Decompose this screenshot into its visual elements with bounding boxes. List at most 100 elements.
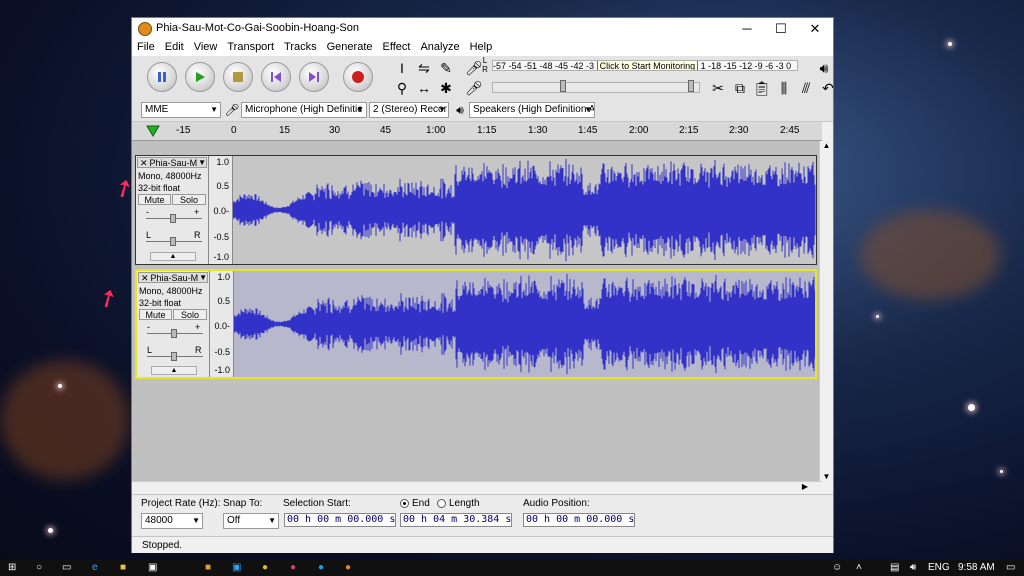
track-name-menu[interactable]: ✕ Phia-Sau-M ▼ [137, 157, 207, 168]
copy-icon[interactable]: ⧉ [730, 78, 750, 98]
track-format: Mono, 48000Hz [139, 286, 203, 296]
collapse-track-button[interactable]: ▲ [150, 252, 196, 261]
audio-host-select[interactable]: MME ▼ [141, 102, 221, 118]
playback-device-select[interactable]: Speakers (High Definition A ▼ [469, 102, 595, 118]
minimize-button[interactable]: ─ [730, 18, 764, 40]
selection-end-field[interactable]: 00 h 04 m 30.384 s [400, 513, 512, 527]
menu-file[interactable]: File [132, 40, 160, 53]
audacity-icon [138, 22, 152, 36]
maximize-button[interactable]: ☐ [764, 18, 798, 40]
scroll-down-icon[interactable]: ▼ [820, 472, 833, 481]
menu-generate[interactable]: Generate [322, 40, 378, 53]
audacity-taskbar-icon[interactable]: ● [345, 562, 351, 574]
silence-icon[interactable]: ⫻ [796, 78, 816, 98]
waveform[interactable] [234, 271, 815, 377]
windows-start-icon[interactable]: ⊞ [8, 562, 16, 574]
playback-meter[interactable] [492, 82, 700, 93]
network-icon[interactable]: ▤ [890, 562, 899, 574]
tracks-area[interactable]: ✕ Phia-Sau-M ▼ Mono, 48000Hz 32-bit float … [132, 141, 822, 481]
selection-tool-icon[interactable]: I [392, 58, 412, 78]
chrome-icon[interactable]: ● [262, 562, 268, 574]
clock[interactable]: 9:58 AM [958, 562, 995, 574]
monitor-tooltip[interactable]: Click to Start Monitoring [596, 61, 699, 70]
multi-tool-icon[interactable]: ✱ [436, 78, 456, 98]
zoom-tool-icon[interactable]: ⚲ [392, 78, 412, 98]
chevron-down-icon: ▼ [192, 516, 200, 525]
menu-analyze[interactable]: Analyze [415, 40, 464, 53]
end-radio[interactable] [400, 499, 409, 508]
track-name-menu[interactable]: ✕ Phia-Sau-M ▼ [138, 272, 208, 283]
store-icon[interactable]: ▣ [148, 562, 157, 574]
track-close-icon[interactable]: ✕ [139, 273, 151, 283]
people-icon[interactable]: ☺ [832, 562, 842, 574]
pan-left-label: L [147, 345, 153, 355]
collapse-track-button[interactable]: ▲ [151, 366, 197, 375]
menu-tracks[interactable]: Tracks [279, 40, 322, 53]
menu-transport[interactable]: Transport [222, 40, 279, 53]
language-indicator[interactable]: ENG [928, 562, 950, 574]
skype-icon[interactable]: ● [318, 562, 324, 574]
recording-device-select[interactable]: Microphone (High Definitic ▼ [241, 102, 367, 118]
audio-position-field[interactable]: 00 h 00 m 00.000 s [523, 513, 635, 527]
track-close-icon[interactable]: ✕ [138, 158, 150, 168]
app-icon[interactable]: ■ [205, 562, 211, 574]
taskbar: ⊞ ○ ▭ e ■ ▣ ■ ▣ ● ● ● ● ☺ ˄ ▤ 🔊︎ ENG 9:5… [0, 560, 1024, 576]
selection-start-field[interactable]: 00 h 00 m 00.000 s [284, 513, 396, 527]
channels-select[interactable]: 2 (Stereo) Recor ▼ [369, 102, 449, 118]
notification-icon[interactable]: ▭ [1006, 562, 1015, 574]
solo-button[interactable]: Solo [172, 194, 206, 205]
record-icon [352, 71, 364, 83]
volume-icon[interactable]: 🔊︎ [910, 562, 916, 574]
length-radio[interactable] [437, 499, 446, 508]
task-view-icon[interactable]: ▭ [62, 562, 71, 574]
ruler-tick: 2:30 [729, 125, 749, 136]
cut-icon[interactable]: ✂ [708, 78, 728, 98]
paste-icon[interactable]: 📋︎ [752, 78, 772, 98]
photoshop-icon[interactable]: ▣ [232, 562, 241, 574]
search-icon[interactable]: ○ [36, 562, 42, 574]
stop-button[interactable] [223, 62, 253, 92]
snap-to-label: Snap To: [223, 498, 263, 509]
menu-view[interactable]: View [189, 40, 223, 53]
horizontal-scrollbar[interactable]: ▶ [132, 481, 822, 495]
project-rate-select[interactable]: 48000 ▼ [141, 513, 203, 529]
undo-icon[interactable]: ↶ [818, 78, 838, 98]
snap-to-select[interactable]: Off ▼ [223, 513, 279, 529]
solo-button[interactable]: Solo [173, 309, 207, 320]
file-explorer-icon[interactable]: ■ [120, 562, 126, 574]
play-button[interactable] [185, 62, 215, 92]
pause-button[interactable] [147, 62, 177, 92]
audio-track-1[interactable]: ✕ Phia-Sau-M ▼ Mono, 48000Hz 32-bit float … [135, 155, 817, 265]
vertical-scrollbar[interactable]: ▲ ▼ [819, 141, 833, 481]
ruler-tick: 1:45 [578, 125, 598, 136]
menu-help[interactable]: Help [465, 40, 498, 53]
edge-icon[interactable]: e [92, 562, 98, 574]
record-button[interactable] [343, 62, 373, 92]
selection-start-label: Selection Start: [283, 498, 351, 509]
record-meter[interactable]: -57 -54 -51 -48 -45 -42 -3 Click to Star… [492, 60, 798, 71]
mute-button[interactable]: Mute [139, 309, 172, 320]
pan-slider-thumb[interactable] [170, 237, 176, 246]
envelope-tool-icon[interactable]: ⇋ [414, 58, 434, 78]
scroll-up-icon[interactable]: ▲ [820, 141, 833, 150]
gain-slider-thumb[interactable] [171, 329, 177, 338]
menu-edit[interactable]: Edit [160, 40, 189, 53]
app-icon[interactable]: ● [290, 562, 296, 574]
skip-end-button[interactable] [299, 62, 329, 92]
draw-tool-icon[interactable]: ✎ [436, 58, 456, 78]
timeshift-tool-icon[interactable]: ↔ [414, 78, 434, 98]
audio-track-2[interactable]: ✕ Phia-Sau-M ▼ Mono, 48000Hz 32-bit float … [135, 269, 817, 379]
timeline-ruler[interactable]: -15 0 15 30 45 1:00 1:15 1:30 1:45 2:00 … [132, 122, 822, 141]
mute-button[interactable]: Mute [138, 194, 171, 205]
mic-volume-slider[interactable] [560, 80, 566, 92]
waveform[interactable] [233, 156, 816, 264]
pan-slider-thumb[interactable] [171, 352, 177, 361]
tray-chevron-icon[interactable]: ˄ [856, 562, 862, 574]
skip-start-button[interactable] [261, 62, 291, 92]
scroll-right-icon[interactable]: ▶ [802, 482, 808, 491]
menu-effect[interactable]: Effect [378, 40, 416, 53]
gain-slider-thumb[interactable] [170, 214, 176, 223]
speaker-volume-slider[interactable] [688, 80, 694, 92]
close-button[interactable]: ✕ [798, 18, 832, 40]
trim-icon[interactable]: ⫼ [774, 78, 794, 98]
